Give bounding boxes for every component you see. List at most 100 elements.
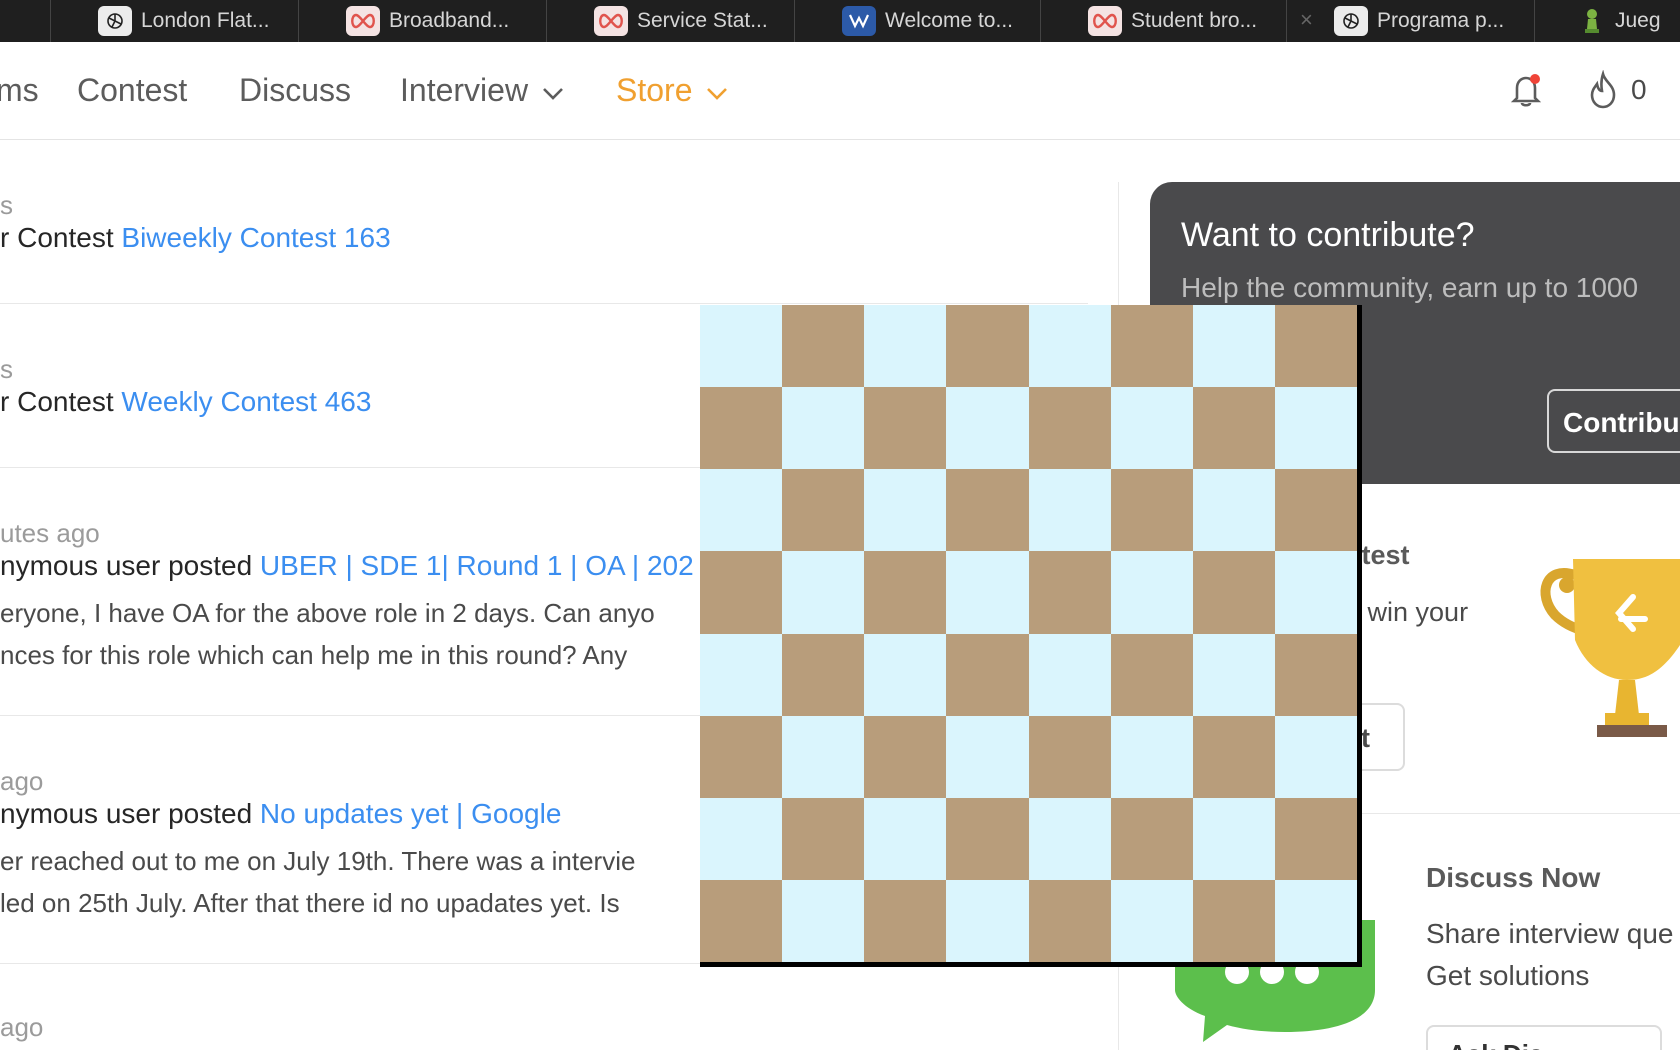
board-square[interactable] [782, 305, 865, 388]
board-square[interactable] [1110, 797, 1193, 880]
board-square[interactable] [1192, 551, 1275, 634]
chess-board[interactable] [700, 305, 1362, 967]
board-square[interactable] [864, 633, 947, 716]
board-square[interactable] [1028, 387, 1111, 470]
board-square[interactable] [700, 551, 783, 634]
contribute-button[interactable]: Contribu [1547, 389, 1680, 453]
board-square[interactable] [1274, 551, 1357, 634]
board-square[interactable] [782, 387, 865, 470]
board-square[interactable] [782, 469, 865, 552]
feed-item: ago [0, 964, 1088, 1050]
chevron-down-icon [706, 72, 728, 109]
board-square[interactable] [946, 551, 1029, 634]
feed-item-prefix: nymous user posted [0, 550, 260, 581]
nav-item-store[interactable]: Store [616, 72, 728, 109]
discuss-line: Get solutions [1426, 960, 1590, 991]
board-square[interactable] [1192, 879, 1275, 962]
browser-tab-0[interactable]: London Flat... [98, 0, 288, 42]
browser-tab-3[interactable]: Welcome to... [842, 0, 1032, 42]
board-square[interactable] [1110, 715, 1193, 798]
feed-item-link[interactable]: Weekly Contest 463 [121, 386, 371, 417]
board-square[interactable] [946, 305, 1029, 388]
board-square[interactable] [1028, 305, 1111, 388]
board-square[interactable] [946, 715, 1029, 798]
board-square[interactable] [864, 797, 947, 880]
board-square[interactable] [700, 387, 783, 470]
board-square[interactable] [1274, 879, 1357, 962]
feed-item-link[interactable]: No updates yet | Google [260, 798, 561, 829]
board-square[interactable] [782, 797, 865, 880]
board-square[interactable] [782, 879, 865, 962]
browser-tab-2[interactable]: Service Stat... [594, 0, 784, 42]
board-square[interactable] [1274, 387, 1357, 470]
board-square[interactable] [864, 469, 947, 552]
board-square[interactable] [1192, 387, 1275, 470]
board-square[interactable] [946, 387, 1029, 470]
board-square[interactable] [700, 633, 783, 716]
tab-title: London Flat... [141, 9, 270, 32]
browser-tab-1[interactable]: Broadband... [346, 0, 536, 42]
chess-pawn-icon [1578, 6, 1606, 36]
feed-item-link[interactable]: Biweekly Contest 163 [121, 222, 390, 253]
board-square[interactable] [1274, 797, 1357, 880]
board-square[interactable] [700, 305, 783, 388]
nav-item-discuss[interactable]: Discuss [239, 72, 351, 109]
board-square[interactable] [782, 715, 865, 798]
board-square[interactable] [1192, 715, 1275, 798]
board-square[interactable] [864, 387, 947, 470]
screen: London Flat... Broadband... Service Stat… [0, 0, 1680, 1050]
browser-tab-5[interactable]: Programa p... [1334, 0, 1524, 42]
board-square[interactable] [946, 879, 1029, 962]
flame-icon[interactable] [1586, 69, 1620, 115]
openai-icon [1334, 6, 1368, 36]
board-square[interactable] [946, 797, 1029, 880]
browser-tab-strip: London Flat... Broadband... Service Stat… [0, 0, 1680, 42]
board-square[interactable] [1110, 305, 1193, 388]
nav-item-label: Store [616, 72, 693, 108]
browser-tab-6[interactable]: Jueg [1578, 0, 1680, 42]
board-square[interactable] [700, 715, 783, 798]
board-square[interactable] [864, 715, 947, 798]
feed-item-prefix: r Contest [0, 386, 122, 417]
board-square[interactable] [700, 797, 783, 880]
board-square[interactable] [700, 879, 783, 962]
bell-icon[interactable] [1508, 72, 1544, 113]
tab-title: Service Stat... [637, 9, 768, 32]
browser-tab-4[interactable]: Student bro... [1088, 0, 1278, 42]
board-square[interactable] [1110, 469, 1193, 552]
board-square[interactable] [864, 305, 947, 388]
board-square[interactable] [1274, 469, 1357, 552]
board-square[interactable] [1274, 633, 1357, 716]
board-square[interactable] [1028, 797, 1111, 880]
board-square[interactable] [782, 633, 865, 716]
board-square[interactable] [864, 551, 947, 634]
board-square[interactable] [1192, 633, 1275, 716]
board-square[interactable] [1110, 633, 1193, 716]
nav-item-interview[interactable]: Interview [400, 72, 564, 109]
nav-item-problems[interactable]: ms [0, 72, 39, 109]
nav-item-contest[interactable]: Contest [77, 72, 187, 109]
board-square[interactable] [700, 469, 783, 552]
board-square[interactable] [946, 633, 1029, 716]
board-square[interactable] [1110, 879, 1193, 962]
board-square[interactable] [946, 469, 1029, 552]
board-square[interactable] [1274, 715, 1357, 798]
board-square[interactable] [1192, 469, 1275, 552]
board-square[interactable] [1028, 551, 1111, 634]
board-square[interactable] [1028, 715, 1111, 798]
ask-discuss-button[interactable]: Ask Dis [1426, 1025, 1662, 1050]
board-square[interactable] [1028, 879, 1111, 962]
board-square[interactable] [1110, 387, 1193, 470]
close-icon[interactable]: × [1300, 7, 1313, 33]
board-square[interactable] [1110, 551, 1193, 634]
board-square[interactable] [1028, 469, 1111, 552]
board-square[interactable] [782, 551, 865, 634]
feed-item-body: led on 25th July. After that there id no… [0, 888, 620, 918]
board-square[interactable] [1028, 633, 1111, 716]
feed-item-link[interactable]: UBER | SDE 1| Round 1 | OA | 202 [260, 550, 694, 581]
board-square[interactable] [1274, 305, 1357, 388]
board-square[interactable] [1192, 305, 1275, 388]
board-square[interactable] [1192, 797, 1275, 880]
board-square[interactable] [864, 879, 947, 962]
feed-item-meta: utes ago [0, 518, 100, 548]
